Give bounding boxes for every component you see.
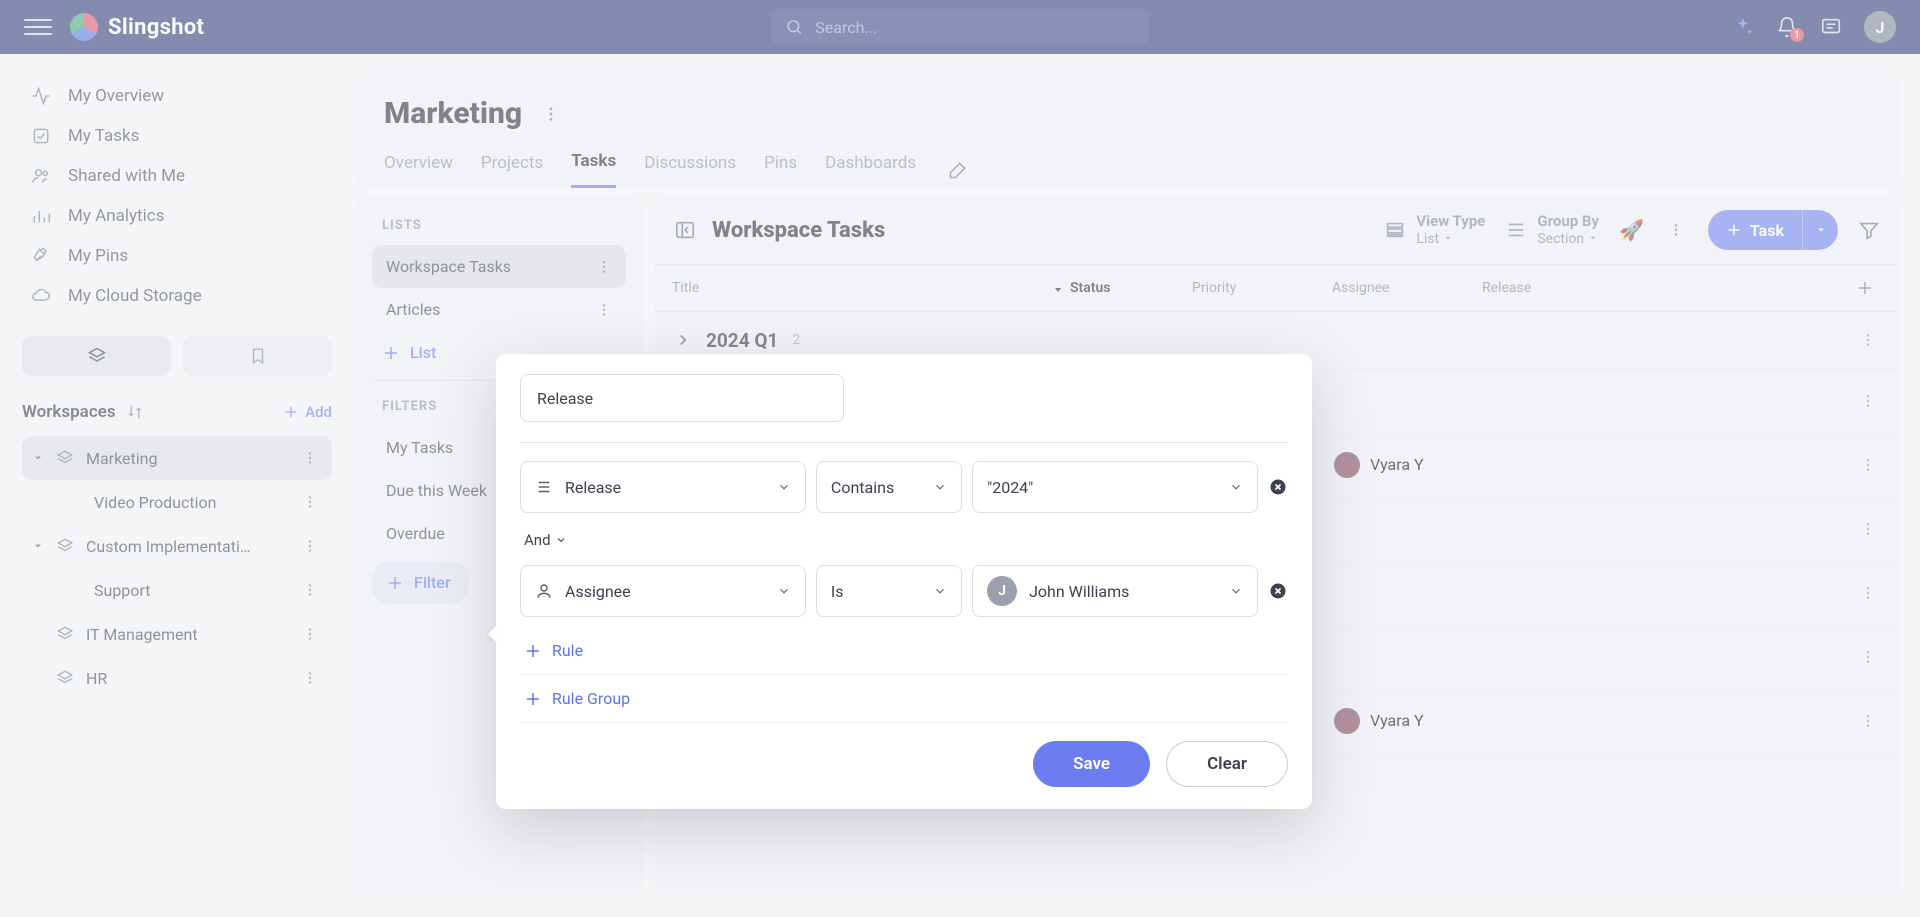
delete-rule-icon[interactable] xyxy=(1268,477,1288,497)
conjunction-label: And xyxy=(524,531,551,549)
filter-popover: Release Contains "2024" And Assignee Is … xyxy=(496,354,1312,809)
delete-rule-icon[interactable] xyxy=(1268,581,1288,601)
chevron-down-icon xyxy=(555,534,567,546)
rule-row-2: Assignee Is J John Williams xyxy=(520,565,1288,617)
rule2-op-label: Is xyxy=(831,582,844,601)
plus-icon xyxy=(524,642,542,660)
rule1-value-label: "2024" xyxy=(987,478,1033,497)
assignee-avatar: J xyxy=(987,576,1017,606)
list-icon xyxy=(535,478,553,496)
conjunction-select[interactable]: And xyxy=(520,523,1288,565)
chevron-down-icon xyxy=(933,480,947,494)
plus-icon xyxy=(524,690,542,708)
rule1-op-label: Contains xyxy=(831,478,894,497)
save-button[interactable]: Save xyxy=(1033,741,1150,787)
rule2-field-select[interactable]: Assignee xyxy=(520,565,806,617)
rule1-field-label: Release xyxy=(565,478,621,497)
add-rule-group[interactable]: Rule Group xyxy=(520,675,1288,722)
rule2-op-select[interactable]: Is xyxy=(816,565,962,617)
chevron-down-icon xyxy=(933,584,947,598)
rule2-value-label: John Williams xyxy=(1029,582,1129,601)
clear-button[interactable]: Clear xyxy=(1166,741,1288,787)
chevron-down-icon xyxy=(777,584,791,598)
rule2-value-select[interactable]: J John Williams xyxy=(972,565,1258,617)
chevron-down-icon xyxy=(1229,480,1243,494)
popover-caret xyxy=(488,624,498,644)
chevron-down-icon xyxy=(1229,584,1243,598)
user-icon xyxy=(535,582,553,600)
rule1-op-select[interactable]: Contains xyxy=(816,461,962,513)
add-group-label: Rule Group xyxy=(552,689,630,708)
chevron-down-icon xyxy=(777,480,791,494)
add-rule-label: Rule xyxy=(552,641,583,660)
rule2-field-label: Assignee xyxy=(565,582,631,601)
rule1-value-select[interactable]: "2024" xyxy=(972,461,1258,513)
rule1-field-select[interactable]: Release xyxy=(520,461,806,513)
add-rule[interactable]: Rule xyxy=(520,627,1288,674)
filter-name-input[interactable] xyxy=(520,374,844,422)
rule-row-1: Release Contains "2024" xyxy=(520,461,1288,513)
